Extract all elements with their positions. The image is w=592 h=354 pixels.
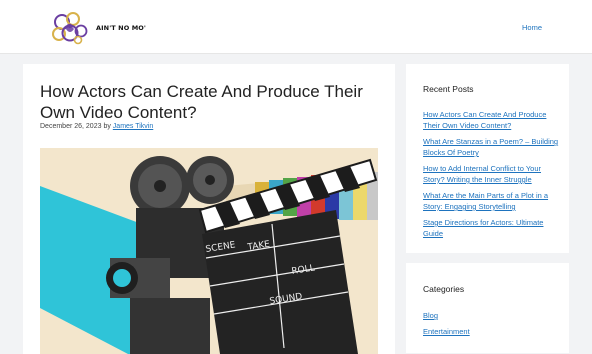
list-item: What Are Stanzas in a Poem? – Building B…	[423, 136, 559, 158]
recent-post-link[interactable]: What Are Stanzas in a Poem? – Building B…	[423, 137, 558, 157]
list-item: Entertainment	[423, 326, 559, 337]
category-link-blog[interactable]: Blog	[423, 311, 438, 320]
featured-image-illustration: SCENE TAKE ROLL SOUND	[40, 148, 378, 354]
recent-post-link[interactable]: How to Add Internal Conflict to Your Sto…	[423, 164, 541, 184]
list-item: Stage Directions for Actors: Ultimate Gu…	[423, 217, 559, 239]
site-logo[interactable]: AIN'T NO MO'	[50, 9, 146, 45]
recent-post-link[interactable]: Stage Directions for Actors: Ultimate Gu…	[423, 218, 543, 238]
list-item: Blog	[423, 310, 559, 321]
category-link-entertainment[interactable]: Entertainment	[423, 327, 470, 336]
recent-posts-widget: Recent Posts How Actors Can Create And P…	[406, 64, 569, 253]
featured-image: SCENE TAKE ROLL SOUND	[40, 148, 378, 354]
logo-icon	[52, 12, 88, 45]
categories-list: Blog Entertainment	[423, 310, 559, 342]
post-author-link[interactable]: James Tikvin	[113, 123, 153, 130]
categories-widget: Categories Blog Entertainment	[406, 263, 569, 353]
post-date: December 26, 2023	[40, 123, 102, 130]
post-title: How Actors Can Create And Produce Their …	[40, 82, 363, 122]
list-item: How to Add Internal Conflict to Your Sto…	[423, 163, 559, 185]
recent-posts-list: How Actors Can Create And Produce Their …	[423, 109, 559, 244]
post-by-text: by	[103, 123, 111, 130]
nav-home-link[interactable]: Home	[522, 23, 542, 32]
logo-text: AIN'T NO MO'	[96, 24, 146, 32]
categories-title: Categories	[423, 284, 465, 294]
post-meta: December 26, 2023 by James Tikvin	[40, 123, 153, 130]
recent-post-link[interactable]: What Are the Main Parts of a Plot in a S…	[423, 191, 548, 211]
recent-post-link[interactable]: How Actors Can Create And Produce Their …	[423, 110, 546, 130]
article-card: How Actors Can Create And Produce Their …	[23, 64, 395, 354]
list-item: What Are the Main Parts of a Plot in a S…	[423, 190, 559, 212]
site-header: AIN'T NO MO' Home	[0, 0, 592, 54]
list-item: How Actors Can Create And Produce Their …	[423, 109, 559, 131]
recent-posts-title: Recent Posts	[423, 84, 474, 94]
